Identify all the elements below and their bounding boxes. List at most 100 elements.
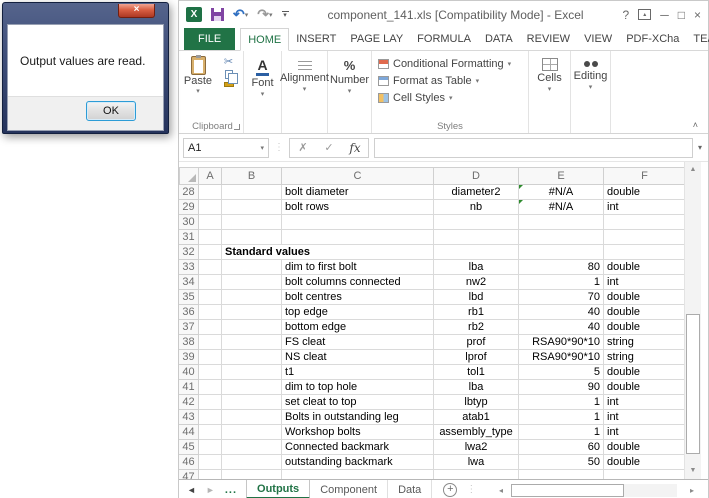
help-button[interactable]: ?: [623, 9, 630, 21]
cell-B34[interactable]: [222, 275, 282, 290]
cell-E36[interactable]: 40: [519, 305, 604, 320]
cell-E30[interactable]: [519, 215, 604, 230]
cell-B41[interactable]: [222, 380, 282, 395]
cell-A36[interactable]: [199, 305, 222, 320]
formula-bar-expand-icon[interactable]: ▾: [698, 143, 704, 152]
cell-C40[interactable]: t1: [282, 365, 434, 380]
cell-E46[interactable]: 50: [519, 455, 604, 470]
horizontal-scrollbar[interactable]: ◂ ▸: [499, 483, 694, 497]
cell-B36[interactable]: [222, 305, 282, 320]
name-box[interactable]: A1 ▾: [183, 138, 269, 158]
clipboard-dialog-launcher-icon[interactable]: [234, 124, 240, 130]
cell-D34[interactable]: nw2: [434, 275, 519, 290]
cancel-icon[interactable]: ✗: [290, 141, 316, 154]
sheet-tab-data[interactable]: Data: [388, 480, 432, 498]
insert-function-icon[interactable]: fx: [342, 141, 368, 155]
cell-A39[interactable]: [199, 350, 222, 365]
cell-F28[interactable]: double: [604, 185, 686, 200]
undo-button[interactable]: ↶▾: [233, 6, 248, 24]
sheet-tab-component[interactable]: Component: [310, 480, 388, 498]
paste-caret-icon[interactable]: ▾: [196, 87, 200, 95]
maximize-button[interactable]: □: [678, 9, 685, 21]
copy-button[interactable]: [225, 70, 233, 79]
tab-team[interactable]: TEAM: [686, 28, 709, 50]
next-sheet-button[interactable]: ►: [206, 485, 215, 495]
cell-D29[interactable]: nb: [434, 200, 519, 215]
cell-E37[interactable]: 40: [519, 320, 604, 335]
cell-A35[interactable]: [199, 290, 222, 305]
enter-icon[interactable]: ✓: [316, 141, 342, 154]
redo-button[interactable]: ↷▾: [257, 6, 272, 24]
cell-D42[interactable]: lbtyp: [434, 395, 519, 410]
cell-B45[interactable]: [222, 440, 282, 455]
cell-F34[interactable]: int: [604, 275, 686, 290]
cell-B39[interactable]: [222, 350, 282, 365]
row-header-37[interactable]: 37: [179, 320, 199, 335]
cell-C44[interactable]: Workshop bolts: [282, 425, 434, 440]
cell-C29[interactable]: bolt rows: [282, 200, 434, 215]
horizontal-scrollbar-thumb[interactable]: [511, 484, 624, 497]
cell-A37[interactable]: [199, 320, 222, 335]
tab-view[interactable]: VIEW: [577, 28, 619, 50]
cell-F33[interactable]: double: [604, 260, 686, 275]
cell-C35[interactable]: bolt centres: [282, 290, 434, 305]
row-header-29[interactable]: 29: [179, 200, 199, 215]
cell-F43[interactable]: int: [604, 410, 686, 425]
cell-E41[interactable]: 90: [519, 380, 604, 395]
cell-F44[interactable]: int: [604, 425, 686, 440]
row-header-43[interactable]: 43: [179, 410, 199, 425]
cell-E38[interactable]: RSA90*90*10: [519, 335, 604, 350]
font-group-button[interactable]: A Font ▾: [244, 51, 282, 133]
cell-F41[interactable]: double: [604, 380, 686, 395]
cell-C47[interactable]: [282, 470, 434, 479]
undo-caret-icon[interactable]: ▾: [245, 12, 249, 19]
row-header-36[interactable]: 36: [179, 305, 199, 320]
cell-C37[interactable]: bottom edge: [282, 320, 434, 335]
cell-A46[interactable]: [199, 455, 222, 470]
name-box-caret-icon[interactable]: ▾: [260, 144, 264, 152]
cell-D38[interactable]: prof: [434, 335, 519, 350]
row-header-35[interactable]: 35: [179, 290, 199, 305]
cell-A45[interactable]: [199, 440, 222, 455]
cell-B33[interactable]: [222, 260, 282, 275]
cell-D41[interactable]: lba: [434, 380, 519, 395]
cell-B30[interactable]: [222, 215, 282, 230]
cell-C30[interactable]: [282, 215, 434, 230]
cell-C46[interactable]: outstanding backmark: [282, 455, 434, 470]
cell-E44[interactable]: 1: [519, 425, 604, 440]
tab-review[interactable]: REVIEW: [520, 28, 577, 50]
save-icon[interactable]: [211, 8, 224, 21]
formula-input[interactable]: [374, 138, 693, 158]
scroll-right-icon[interactable]: ▸: [682, 486, 694, 495]
row-header-32[interactable]: 32: [179, 245, 199, 260]
cell-E45[interactable]: 60: [519, 440, 604, 455]
cell-F40[interactable]: double: [604, 365, 686, 380]
scroll-down-icon[interactable]: ▼: [685, 463, 701, 479]
cell-E35[interactable]: 70: [519, 290, 604, 305]
tab-file[interactable]: FILE: [184, 28, 235, 50]
cell-E43[interactable]: 1: [519, 410, 604, 425]
column-header-A[interactable]: A: [199, 167, 222, 185]
conditional-formatting-button[interactable]: Conditional Formatting ▾: [372, 55, 528, 72]
cell-D33[interactable]: lba: [434, 260, 519, 275]
cell-D28[interactable]: diameter2: [434, 185, 519, 200]
cell-F47[interactable]: [604, 470, 686, 479]
row-header-40[interactable]: 40: [179, 365, 199, 380]
column-header-B[interactable]: B: [222, 167, 282, 185]
cell-C41[interactable]: dim to top hole: [282, 380, 434, 395]
cell-C45[interactable]: Connected backmark: [282, 440, 434, 455]
cell-E34[interactable]: 1: [519, 275, 604, 290]
sheet-tab-outputs[interactable]: Outputs: [246, 480, 310, 498]
cell-A32[interactable]: [199, 245, 222, 260]
cell-C39[interactable]: NS cleat: [282, 350, 434, 365]
cell-F36[interactable]: double: [604, 305, 686, 320]
cell-D37[interactable]: rb2: [434, 320, 519, 335]
dialog-close-button[interactable]: ×: [118, 4, 155, 18]
row-header-34[interactable]: 34: [179, 275, 199, 290]
cell-B42[interactable]: [222, 395, 282, 410]
cell-B46[interactable]: [222, 455, 282, 470]
collapse-ribbon-button[interactable]: ˄: [693, 120, 698, 130]
cell-C31[interactable]: [282, 230, 434, 245]
row-header-30[interactable]: 30: [179, 215, 199, 230]
cell-A33[interactable]: [199, 260, 222, 275]
